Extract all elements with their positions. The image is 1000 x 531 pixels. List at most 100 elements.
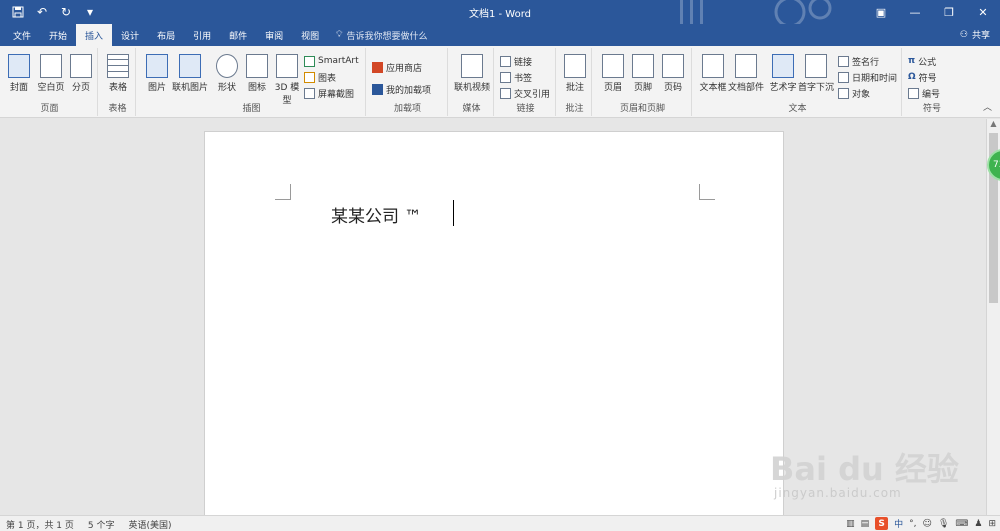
footer-button[interactable]: 页脚: [626, 50, 660, 93]
tab-design[interactable]: 设计: [112, 24, 148, 46]
3d-models-button[interactable]: 3D 模 型: [270, 50, 304, 106]
watermark-sub: jingyan.baidu.com: [774, 486, 902, 500]
minimize-icon[interactable]: —: [898, 0, 932, 24]
header-button[interactable]: 页眉: [596, 50, 630, 93]
status-bar: 第 1 页，共 1 页 5 个字 英语(美国) ▥ ▤ S 中 °, ☺ 🎙︎ …: [0, 515, 1000, 531]
object-button[interactable]: 对象: [838, 86, 870, 100]
group-media-label: 媒体: [462, 104, 481, 114]
chart-button[interactable]: 图表: [304, 70, 336, 84]
tell-me-text: 告诉我你想要做什么: [346, 31, 428, 42]
online-video-button[interactable]: 联机视频: [452, 50, 492, 93]
link-button[interactable]: 链接: [500, 54, 532, 68]
person-icon: ⚇: [959, 29, 968, 40]
symbol-label: 符号: [918, 73, 937, 84]
equation-label: 公式: [918, 57, 937, 68]
screenshot-button[interactable]: 屏幕截图: [304, 86, 354, 100]
group-header-footer-label: 页眉和页脚: [619, 104, 665, 114]
quick-parts-button[interactable]: 文档部件: [728, 50, 764, 93]
signature-line-button[interactable]: 签名行: [838, 54, 879, 68]
blank-page-button[interactable]: 空白页: [34, 50, 68, 93]
tab-references[interactable]: 引用: [184, 24, 220, 46]
skin-icon[interactable]: ♟: [974, 519, 982, 529]
number-button[interactable]: 编号: [908, 86, 940, 100]
number-icon: [908, 87, 919, 99]
tab-mailings[interactable]: 邮件: [220, 24, 256, 46]
group-comments: 批注 批注: [558, 48, 592, 116]
smartart-label: SmartArt: [318, 56, 359, 66]
symbol-button[interactable]: Ω 符号: [908, 70, 937, 84]
group-pages-label: 页面: [40, 104, 59, 114]
status-right: ▥ ▤ S 中 °, ☺ 🎙︎ ⌨ ♟ ⊞: [846, 517, 996, 530]
collapse-ribbon-icon[interactable]: ︿: [983, 100, 992, 113]
baidu-watermark: Bai du 经验 jingyan.baidu.com: [770, 430, 970, 510]
page-number-label: 页码: [663, 83, 682, 93]
textbox-button[interactable]: 文本框: [696, 50, 730, 93]
sogou-ime-icon[interactable]: S: [875, 517, 889, 530]
table-button[interactable]: 表格: [101, 50, 135, 93]
grid-menu-icon[interactable]: ⊞: [988, 519, 996, 529]
online-pictures-button[interactable]: 联机图片: [170, 50, 210, 93]
store-button[interactable]: 应用商店: [372, 60, 422, 74]
punctuation-icon[interactable]: °,: [909, 519, 916, 529]
word-count[interactable]: 5 个字: [88, 518, 115, 531]
header-label: 页眉: [603, 83, 622, 93]
group-illustrations: 图片 联机图片 形状 图标 3D 模 型 SmartArt 图表 屏幕截图 插图: [138, 48, 366, 116]
tell-me-search[interactable]: 💡︎ 告诉我你想要做什么: [328, 24, 427, 46]
object-icon: [838, 87, 849, 99]
wordart-button[interactable]: 艺术字: [766, 50, 800, 93]
keyboard-icon[interactable]: ⌨: [955, 519, 968, 529]
scroll-up-icon[interactable]: ▲: [987, 119, 1000, 131]
icons-button[interactable]: 图标: [240, 50, 274, 93]
table-icon: [107, 54, 129, 78]
tab-view[interactable]: 视图: [292, 24, 328, 46]
microphone-icon[interactable]: 🎙︎: [938, 519, 949, 529]
cover-page-button[interactable]: 封面: [2, 50, 36, 93]
dropcap-button[interactable]: 首字下沉: [798, 50, 834, 93]
ribbon-display-icon[interactable]: ▣: [864, 0, 898, 24]
page-number-button[interactable]: 页码: [656, 50, 690, 93]
share-button[interactable]: ⚇ 共享: [959, 28, 990, 42]
tab-home[interactable]: 开始: [40, 24, 76, 46]
page-break-button[interactable]: 分页: [64, 50, 98, 93]
emoji-icon[interactable]: ☺: [923, 519, 932, 529]
tab-insert[interactable]: 插入: [76, 24, 113, 46]
pictures-label: 图片: [147, 83, 166, 93]
tab-layout[interactable]: 布局: [148, 24, 184, 46]
document-page[interactable]: 某某公司 ™: [204, 131, 784, 515]
ime-mode[interactable]: 中: [894, 517, 903, 530]
group-tables: 表格 表格: [100, 48, 136, 116]
language-status[interactable]: 英语(美国): [129, 518, 172, 531]
3d-cube-icon: [276, 54, 298, 78]
ribbon-tabs: 文件 开始 插入 设计 布局 引用 邮件 审阅 视图 💡︎ 告诉我你想要做什么: [4, 24, 427, 46]
group-links-label: 链接: [516, 104, 535, 114]
signature-line-icon: [838, 55, 849, 67]
my-addins-button[interactable]: 我的加载项: [372, 82, 431, 96]
footer-icon: [632, 54, 654, 78]
blank-page-icon: [40, 54, 62, 78]
group-symbols-label: 符号: [922, 104, 941, 114]
smartart-button[interactable]: SmartArt: [304, 54, 359, 68]
pictures-button[interactable]: 图片: [140, 50, 174, 93]
comment-button[interactable]: 批注: [558, 50, 592, 93]
link-icon: [500, 55, 511, 67]
read-mode-icon[interactable]: ▥: [846, 519, 855, 529]
tab-file[interactable]: 文件: [4, 24, 40, 46]
bookmark-button[interactable]: 书签: [500, 70, 532, 84]
page-count[interactable]: 第 1 页，共 1 页: [6, 518, 74, 531]
margin-corner-top-right: [699, 184, 715, 200]
my-addins-label: 我的加载项: [386, 85, 432, 96]
picture-icon: [146, 54, 168, 78]
date-time-button[interactable]: 日期和时间: [838, 70, 897, 84]
my-addins-icon: [372, 83, 383, 95]
equation-button[interactable]: π 公式: [908, 54, 936, 68]
status-left: 第 1 页，共 1 页 5 个字 英语(美国): [6, 518, 172, 531]
print-layout-icon[interactable]: ▤: [861, 519, 870, 529]
shapes-button[interactable]: 形状: [210, 50, 244, 93]
close-icon[interactable]: ✕: [966, 0, 1000, 24]
tab-review[interactable]: 审阅: [256, 24, 292, 46]
maximize-icon[interactable]: ❐: [932, 0, 966, 24]
comment-icon: [564, 54, 586, 78]
cross-reference-button[interactable]: 交叉引用: [500, 86, 550, 100]
dropcap-label: 首字下沉: [798, 83, 835, 93]
document-text[interactable]: 某某公司 ™: [331, 202, 421, 227]
